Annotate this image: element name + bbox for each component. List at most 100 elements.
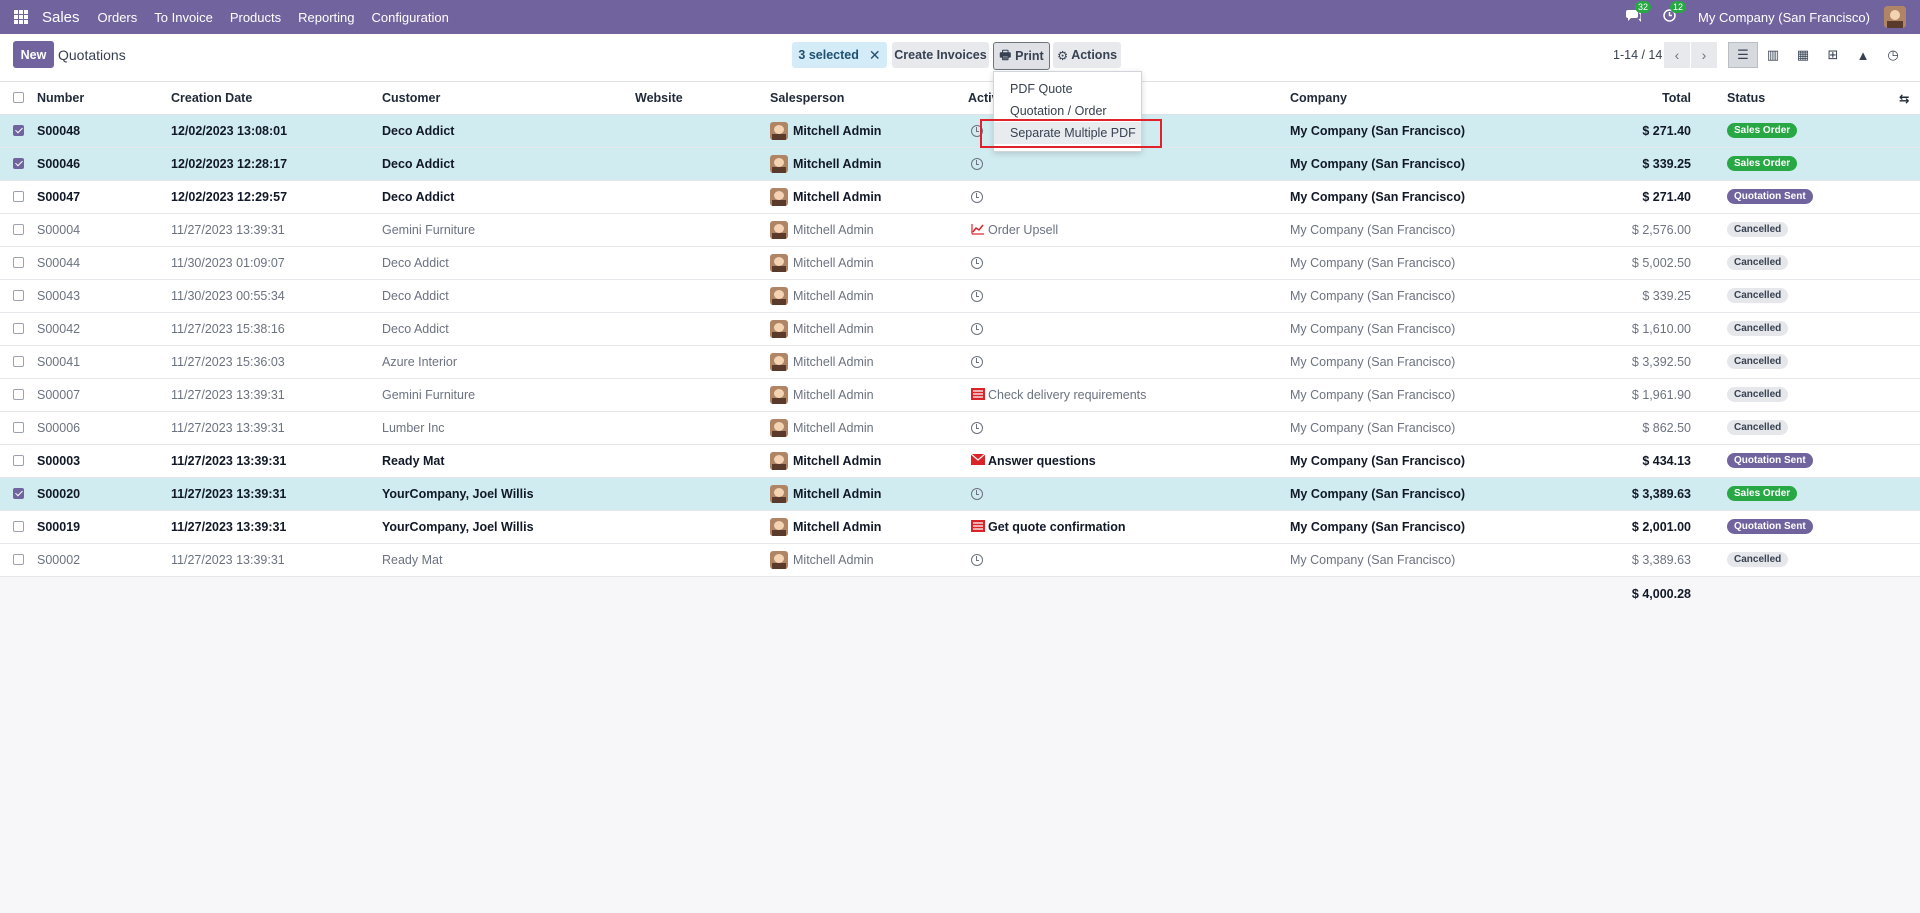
tasks-icon[interactable] bbox=[971, 388, 985, 401]
menu-item-pdf-quote[interactable]: PDF Quote bbox=[1010, 82, 1073, 96]
highlight-outline bbox=[980, 119, 1162, 148]
salesperson-avatar bbox=[770, 386, 788, 404]
salesperson-avatar bbox=[770, 551, 788, 569]
header-status[interactable]: Status bbox=[1727, 91, 1765, 105]
clock-icon[interactable] bbox=[971, 554, 983, 566]
cell-salesperson: Mitchell Admin bbox=[793, 388, 874, 402]
calendar-view-icon[interactable]: ▦ bbox=[1788, 42, 1818, 68]
header-website[interactable]: Website bbox=[635, 91, 683, 105]
table-row[interactable]: S00006 11/27/2023 13:39:31 Lumber Inc Mitch… bbox=[0, 412, 1920, 445]
table-row[interactable]: S00048 12/02/2023 13:08:01 Deco Addict Mitc… bbox=[0, 115, 1920, 148]
cell-company: My Company (San Francisco) bbox=[1290, 124, 1466, 138]
table-row[interactable]: S00047 12/02/2023 12:29:57 Deco Addict Mitc… bbox=[0, 181, 1920, 214]
table-row[interactable]: S00007 11/27/2023 13:39:31 Gemini Furnitur… bbox=[0, 379, 1920, 412]
salesperson-avatar bbox=[770, 320, 788, 338]
app-name[interactable]: Sales bbox=[42, 9, 80, 26]
clock-icon[interactable] bbox=[971, 356, 983, 368]
header-total[interactable]: Total bbox=[1662, 91, 1691, 105]
messages-icon[interactable]: 32 bbox=[1626, 1, 1652, 25]
cell-number: S00047 bbox=[37, 190, 81, 204]
cell-total: $ 1,610.00 bbox=[1631, 322, 1691, 336]
table-row[interactable]: S00003 11/27/2023 13:39:31 Ready Mat Mitche… bbox=[0, 445, 1920, 478]
chart-line-icon[interactable] bbox=[971, 223, 984, 236]
menu-orders[interactable]: Orders bbox=[98, 10, 138, 25]
envelope-icon[interactable] bbox=[970, 453, 986, 467]
menu-to-invoice[interactable]: To Invoice bbox=[154, 10, 213, 25]
header-creation-date[interactable]: Creation Date bbox=[171, 91, 252, 105]
header-company[interactable]: Company bbox=[1290, 91, 1347, 105]
row-checkbox[interactable] bbox=[13, 257, 24, 268]
status-badge: Cancelled bbox=[1727, 222, 1789, 237]
pager-next-icon[interactable]: › bbox=[1691, 42, 1717, 68]
cell-company: My Company (San Francisco) bbox=[1290, 553, 1456, 567]
optional-columns-icon[interactable]: ⇆ bbox=[1899, 91, 1909, 106]
create-invoices-button[interactable]: Create Invoices bbox=[892, 42, 989, 68]
row-checkbox[interactable] bbox=[13, 356, 24, 367]
clock-icon[interactable] bbox=[971, 158, 983, 170]
activity-view-icon[interactable]: ◷ bbox=[1878, 42, 1908, 68]
graph-view-icon[interactable]: ▲ bbox=[1848, 42, 1878, 68]
select-all-checkbox[interactable] bbox=[13, 92, 24, 103]
pager-value[interactable]: 1-14 / 14 bbox=[1613, 48, 1662, 62]
clock-icon[interactable] bbox=[971, 191, 983, 203]
clock-icon[interactable] bbox=[971, 323, 983, 335]
cell-creation-date: 11/27/2023 13:39:31 bbox=[171, 388, 285, 402]
cell-salesperson: Mitchell Admin bbox=[793, 454, 882, 468]
new-button[interactable]: New bbox=[13, 41, 54, 68]
header-number[interactable]: Number bbox=[37, 91, 84, 105]
salesperson-avatar bbox=[770, 353, 788, 371]
table-row[interactable]: S00020 11/27/2023 13:39:31 YourCompany, Jo… bbox=[0, 478, 1920, 511]
cell-creation-date: 11/27/2023 13:39:31 bbox=[171, 553, 285, 567]
table-row[interactable]: S00041 11/27/2023 15:36:03 Azure Interior M… bbox=[0, 346, 1920, 379]
pivot-view-icon[interactable]: ⊞ bbox=[1818, 42, 1848, 68]
row-checkbox[interactable] bbox=[13, 191, 24, 202]
actions-button[interactable]: ⚙ Actions bbox=[1053, 42, 1121, 68]
menu-item-quotation-order[interactable]: Quotation / Order bbox=[1010, 104, 1107, 118]
table-row[interactable]: S00043 11/30/2023 00:55:34 Deco Addict Mitc… bbox=[0, 280, 1920, 313]
user-avatar[interactable] bbox=[1884, 6, 1906, 28]
cell-creation-date: 11/30/2023 01:09:07 bbox=[171, 256, 285, 270]
row-checkbox[interactable] bbox=[13, 521, 24, 532]
row-checkbox[interactable] bbox=[13, 455, 24, 466]
activities-clock-icon[interactable]: 12 bbox=[1663, 1, 1687, 25]
row-checkbox[interactable] bbox=[13, 389, 24, 400]
row-checkbox[interactable] bbox=[13, 554, 24, 565]
cell-company: My Company (San Francisco) bbox=[1290, 289, 1456, 303]
header-customer[interactable]: Customer bbox=[382, 91, 440, 105]
clock-icon[interactable] bbox=[971, 290, 983, 302]
table-row[interactable]: S00046 12/02/2023 12:28:17 Deco Addict Mitc… bbox=[0, 148, 1920, 181]
table-row[interactable]: S00019 11/27/2023 13:39:31 YourCompany, Jo… bbox=[0, 511, 1920, 544]
clock-icon[interactable] bbox=[971, 257, 983, 269]
kanban-view-icon[interactable]: ▥ bbox=[1758, 42, 1788, 68]
unselect-all-icon[interactable]: ✕ bbox=[869, 47, 881, 64]
menu-reporting[interactable]: Reporting bbox=[298, 10, 354, 25]
clock-icon[interactable] bbox=[971, 422, 983, 434]
row-checkbox[interactable] bbox=[13, 125, 24, 136]
row-checkbox[interactable] bbox=[13, 422, 24, 433]
row-checkbox[interactable] bbox=[13, 158, 24, 169]
salesperson-avatar bbox=[770, 155, 788, 173]
header-salesperson[interactable]: Salesperson bbox=[770, 91, 844, 105]
company-switcher[interactable]: My Company (San Francisco) bbox=[1698, 10, 1870, 25]
row-checkbox[interactable] bbox=[13, 488, 24, 499]
table-row[interactable]: S00044 11/30/2023 01:09:07 Deco Addict Mitc… bbox=[0, 247, 1920, 280]
cell-customer: Azure Interior bbox=[382, 355, 458, 369]
menu-products[interactable]: Products bbox=[230, 10, 281, 25]
pager-previous-icon[interactable]: ‹ bbox=[1664, 42, 1690, 68]
list-view-icon[interactable]: ☰ bbox=[1728, 42, 1758, 68]
row-checkbox[interactable] bbox=[13, 323, 24, 334]
table-row[interactable]: S00002 11/27/2023 13:39:31 Ready Mat Mitche… bbox=[0, 544, 1920, 577]
cell-number: S00020 bbox=[37, 487, 81, 501]
tasks-icon[interactable] bbox=[971, 520, 985, 533]
menu-configuration[interactable]: Configuration bbox=[372, 10, 449, 25]
status-badge: Cancelled bbox=[1727, 321, 1789, 336]
row-checkbox[interactable] bbox=[13, 290, 24, 301]
table-row[interactable]: S00042 11/27/2023 15:38:16 Deco Addict Mitc… bbox=[0, 313, 1920, 346]
print-button[interactable]: 🖶 Print bbox=[993, 42, 1050, 70]
row-checkbox[interactable] bbox=[13, 224, 24, 235]
cell-company: My Company (San Francisco) bbox=[1290, 487, 1466, 501]
clock-icon[interactable] bbox=[971, 488, 983, 500]
apps-menu-icon[interactable] bbox=[14, 10, 28, 24]
status-badge: Cancelled bbox=[1727, 420, 1789, 435]
table-row[interactable]: S00004 11/27/2023 13:39:31 Gemini Furnitur… bbox=[0, 214, 1920, 247]
